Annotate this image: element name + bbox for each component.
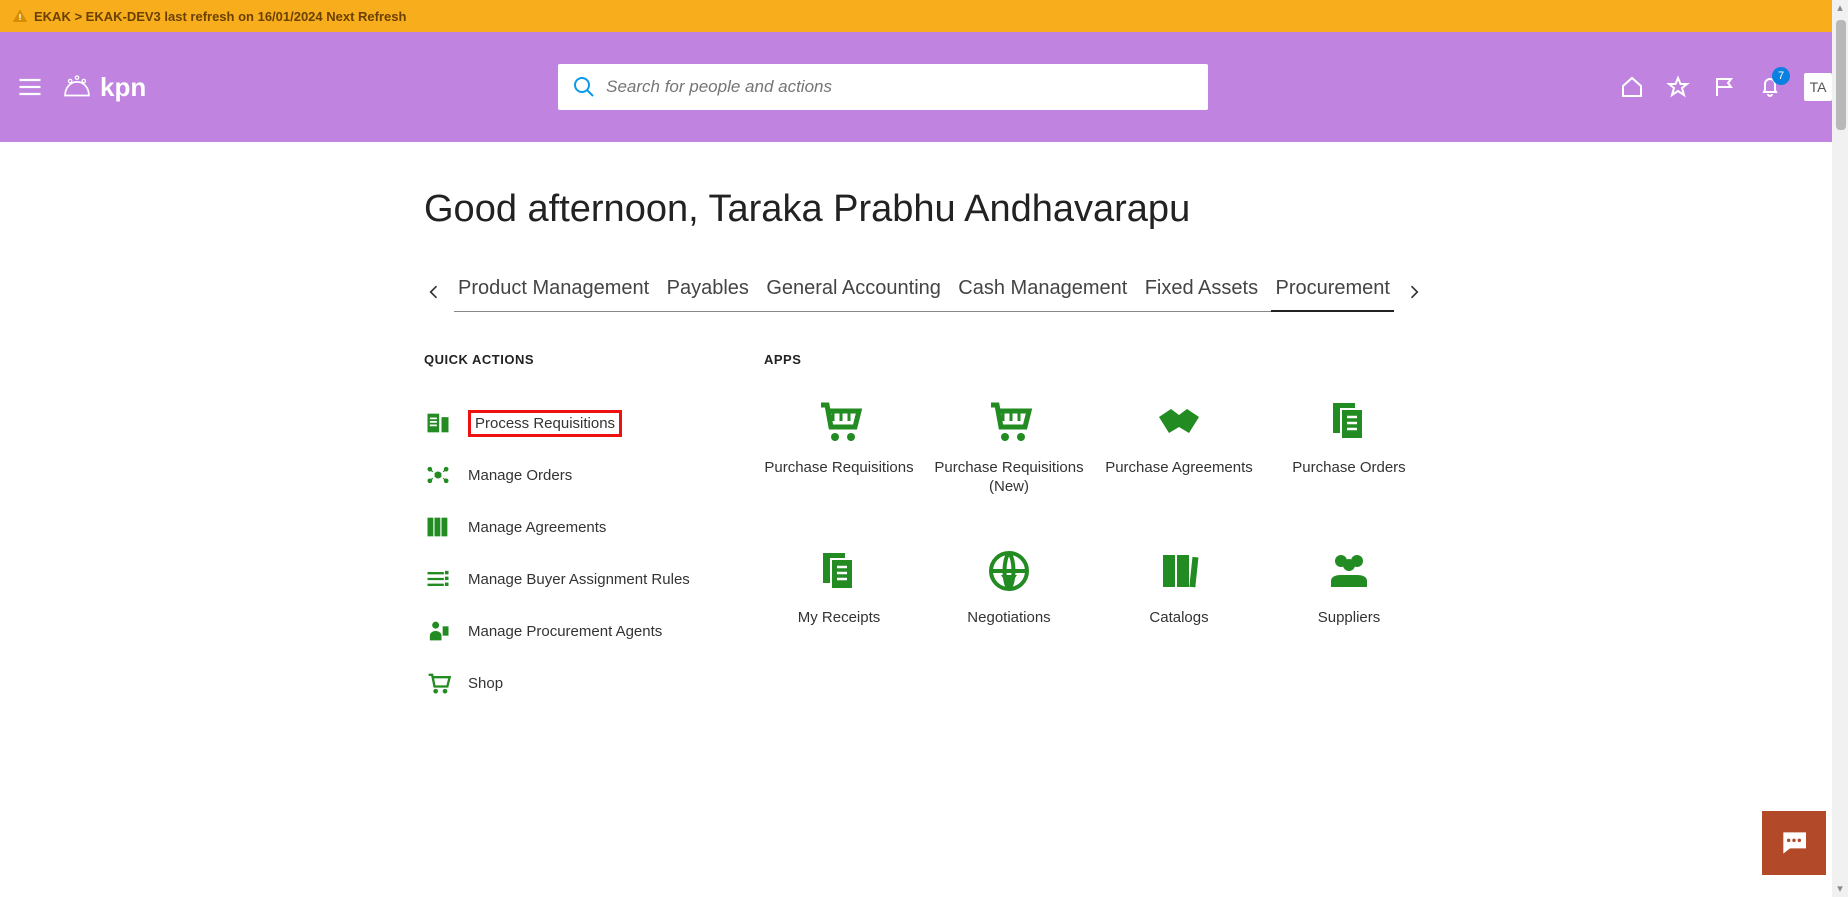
documents-icon [813, 547, 865, 595]
app-catalogs[interactable]: Catalogs [1104, 547, 1254, 628]
app-label: Catalogs [1149, 609, 1208, 628]
tab-fixed-assets[interactable]: Fixed Assets [1141, 271, 1262, 311]
tab-cash-management[interactable]: Cash Management [954, 271, 1131, 311]
app-label: My Receipts [798, 609, 881, 628]
tabs: Product Management Payables General Acco… [454, 271, 1394, 312]
quick-action-label: Manage Agreements [468, 519, 606, 536]
shop-icon [424, 669, 452, 697]
books-icon [1153, 547, 1205, 595]
chevron-right-icon[interactable] [1404, 282, 1424, 302]
app-label: Purchase Requisitions (New) [934, 459, 1084, 497]
scrollbar-thumb[interactable] [1836, 20, 1846, 130]
quick-action-manage-agreements[interactable]: Manage Agreements [424, 501, 744, 553]
orders-icon [424, 461, 452, 489]
people-icon [1323, 547, 1375, 595]
banner-text: EKAK > EKAK-DEV3 last refresh on 16/01/2… [34, 9, 406, 24]
scroll-up-icon[interactable]: ▴ [1832, 0, 1848, 16]
home-icon[interactable] [1620, 75, 1644, 99]
quick-actions-column: QUICK ACTIONS Process Requisitions Manag… [424, 352, 744, 709]
apps-column: APPS Purchase Requisitions Purchase Requ… [764, 352, 1424, 709]
tab-procurement[interactable]: Procurement [1271, 271, 1394, 312]
quick-action-label: Manage Procurement Agents [468, 623, 662, 640]
chat-button[interactable] [1762, 811, 1826, 875]
app-header: kpn 7 TA [0, 32, 1848, 142]
documents-icon [1323, 397, 1375, 445]
quick-action-label: Manage Orders [468, 467, 572, 484]
tab-general-accounting[interactable]: General Accounting [762, 271, 945, 311]
star-icon[interactable] [1666, 75, 1690, 99]
app-purchase-orders[interactable]: Purchase Orders [1274, 397, 1424, 497]
apps-title: APPS [764, 352, 1424, 367]
app-label: Purchase Requisitions [764, 459, 913, 478]
header-actions: 7 TA [1620, 73, 1832, 101]
app-my-receipts[interactable]: My Receipts [764, 547, 914, 628]
scrollbar[interactable]: ▴ ▾ [1832, 0, 1848, 897]
main-content: Good afternoon, Taraka Prabhu Andhavarap… [424, 142, 1424, 749]
notification-count: 7 [1772, 67, 1790, 85]
app-label: Purchase Orders [1292, 459, 1405, 478]
brand-logo[interactable]: kpn [60, 70, 146, 104]
tab-payables[interactable]: Payables [663, 271, 753, 311]
user-avatar[interactable]: TA [1804, 73, 1832, 101]
agents-icon [424, 617, 452, 645]
cart-icon [813, 397, 865, 445]
app-purchase-requisitions-new[interactable]: Purchase Requisitions (New) [934, 397, 1084, 497]
search-box[interactable] [558, 64, 1208, 110]
app-suppliers[interactable]: Suppliers [1274, 547, 1424, 628]
app-label: Purchase Agreements [1105, 459, 1253, 478]
chevron-left-icon[interactable] [424, 282, 444, 302]
greeting-text: Good afternoon, Taraka Prabhu Andhavarap… [424, 188, 1424, 231]
tabs-row: Product Management Payables General Acco… [424, 271, 1424, 312]
quick-action-manage-orders[interactable]: Manage Orders [424, 449, 744, 501]
requisitions-icon [424, 409, 452, 437]
app-negotiations[interactable]: Negotiations [934, 547, 1084, 628]
hamburger-icon[interactable] [16, 73, 44, 101]
handshake-icon [1153, 397, 1205, 445]
quick-action-buyer-rules[interactable]: Manage Buyer Assignment Rules [424, 553, 744, 605]
rules-icon [424, 565, 452, 593]
crown-icon [60, 70, 94, 104]
brand-text: kpn [100, 72, 146, 103]
app-purchase-agreements[interactable]: Purchase Agreements [1104, 397, 1254, 497]
quick-action-label: Manage Buyer Assignment Rules [468, 571, 690, 588]
flag-icon[interactable] [1712, 75, 1736, 99]
notifications-button[interactable]: 7 [1758, 75, 1782, 99]
agreements-icon [424, 513, 452, 541]
quick-actions-title: QUICK ACTIONS [424, 352, 744, 367]
globe-icon [983, 547, 1035, 595]
app-label: Suppliers [1318, 609, 1381, 628]
quick-action-shop[interactable]: Shop [424, 657, 744, 709]
quick-action-procurement-agents[interactable]: Manage Procurement Agents [424, 605, 744, 657]
warning-icon [12, 8, 28, 24]
environment-banner: EKAK > EKAK-DEV3 last refresh on 16/01/2… [0, 0, 1848, 32]
quick-action-label: Shop [468, 675, 503, 692]
app-purchase-requisitions[interactable]: Purchase Requisitions [764, 397, 914, 497]
search-icon [572, 75, 596, 99]
app-label: Negotiations [967, 609, 1050, 628]
cart-icon [983, 397, 1035, 445]
search-input[interactable] [606, 77, 1194, 97]
tab-product-management[interactable]: Product Management [454, 271, 653, 311]
quick-action-process-requisitions[interactable]: Process Requisitions [424, 397, 744, 449]
quick-action-label: Process Requisitions [468, 410, 622, 437]
scroll-down-icon[interactable]: ▾ [1832, 881, 1848, 897]
chat-icon [1778, 827, 1810, 859]
